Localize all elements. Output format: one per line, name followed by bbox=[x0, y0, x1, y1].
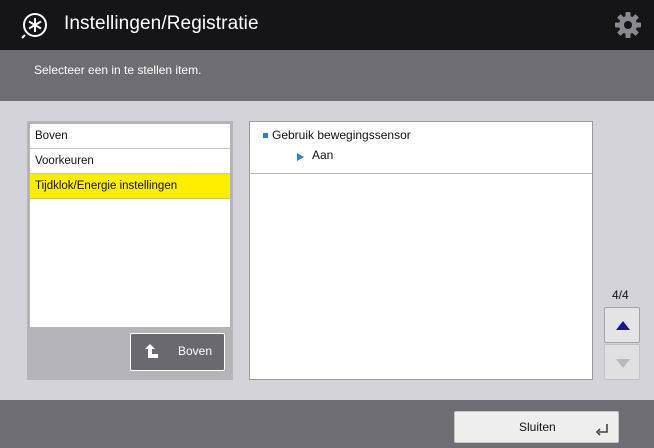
bullet-icon bbox=[263, 133, 268, 138]
footer-bar: Sluiten bbox=[0, 400, 654, 448]
header-bar: Instellingen/Registratie bbox=[0, 0, 654, 50]
scroll-up-button[interactable] bbox=[604, 307, 640, 343]
close-button[interactable]: Sluiten bbox=[454, 411, 619, 443]
menu-item-tijdklok-energie[interactable]: Tijdklok/Energie instellingen bbox=[30, 174, 230, 199]
up-level-button[interactable]: Boven bbox=[130, 333, 225, 371]
setting-value: Aan bbox=[312, 148, 334, 162]
page-title: Instellingen/Registratie bbox=[64, 13, 259, 34]
value-arrow-icon bbox=[297, 153, 304, 161]
setting-label[interactable]: Gebruik bewegingssensor bbox=[272, 128, 411, 142]
triangle-down-icon bbox=[616, 359, 630, 368]
settings-registration-icon bbox=[21, 13, 47, 39]
menu-item-voorkeuren[interactable]: Voorkeuren bbox=[30, 149, 230, 174]
triangle-up-icon bbox=[616, 321, 630, 330]
instruction-bar: Selecteer een in te stellen item. bbox=[0, 50, 654, 101]
up-level-arrow-icon bbox=[145, 344, 158, 358]
instruction-text: Selecteer een in te stellen item. bbox=[34, 63, 202, 77]
detail-divider bbox=[250, 173, 592, 174]
close-button-label: Sluiten bbox=[519, 420, 556, 434]
menu-list: Boven Voorkeuren Tijdklok/Energie instel… bbox=[30, 124, 230, 327]
menu-panel: Boven Voorkeuren Tijdklok/Energie instel… bbox=[27, 121, 233, 380]
detail-panel: Gebruik bewegingssensor Aan bbox=[249, 121, 593, 380]
page-indicator: 4/4 bbox=[612, 288, 629, 302]
up-level-button-label: Boven bbox=[178, 344, 213, 358]
enter-return-icon bbox=[595, 424, 608, 436]
menu-item-boven[interactable]: Boven bbox=[30, 124, 230, 149]
gear-icon[interactable] bbox=[612, 9, 644, 41]
scroll-down-button[interactable] bbox=[604, 344, 640, 380]
